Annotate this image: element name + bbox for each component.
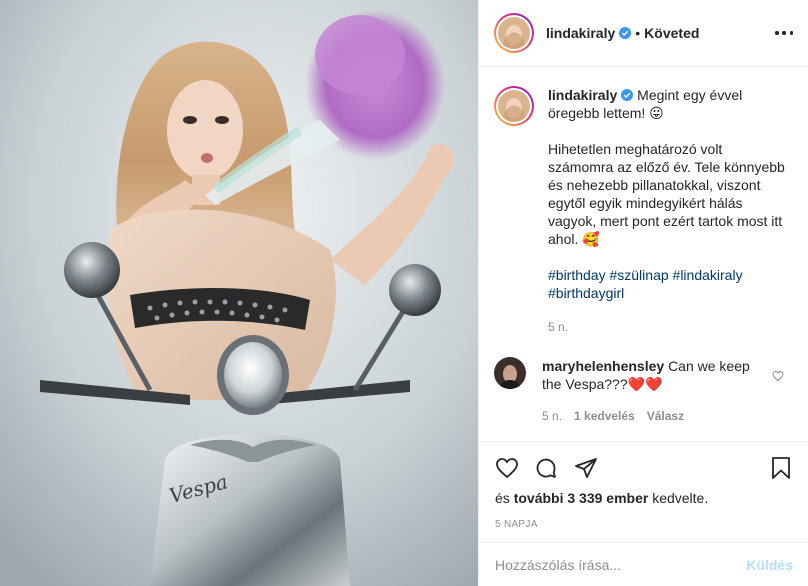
post-caption: lindakiraly Megint egy évvel öregebb let… [494, 86, 794, 336]
like-heart-icon[interactable] [495, 456, 519, 480]
header-username[interactable]: lindakiraly [546, 25, 615, 41]
post-header: lindakiraly • Követed [479, 0, 808, 67]
comment-meta: 5 n. 1 kedvelés Válasz [542, 407, 770, 425]
caption-avatar-image [498, 90, 530, 122]
hashtag-szulinap[interactable]: #szülinap [609, 267, 668, 283]
commenter-avatar-image [494, 357, 526, 389]
comment-bubble-icon[interactable] [534, 456, 558, 480]
post-date[interactable]: 5 NAPJA [495, 519, 538, 530]
avatar-image [498, 17, 530, 49]
post-photo[interactable]: Vespa [0, 0, 478, 586]
commenter-username[interactable]: maryhelenhensley [542, 358, 664, 374]
action-bar [479, 441, 808, 491]
comment-reply-button[interactable]: Válasz [647, 407, 684, 425]
caption-paragraph: Hihetetlen meghatározó volt számomra az … [548, 141, 785, 247]
share-paper-plane-icon[interactable] [574, 456, 598, 480]
following-button[interactable]: Követed [644, 25, 699, 41]
likes-count[interactable]: további 3 339 ember [514, 490, 649, 506]
add-comment-bar: Küldés [479, 542, 808, 586]
save-bookmark-icon[interactable] [769, 456, 793, 480]
hashtag-birthday[interactable]: #birthday [548, 267, 606, 283]
post-side-panel: lindakiraly • Követed lindakiraly Megint… [478, 0, 808, 586]
caption-avatar[interactable] [494, 86, 534, 126]
more-options-icon[interactable] [775, 26, 793, 40]
post-photo-illustration: Vespa [0, 0, 478, 586]
hashtag-birthdaygirl[interactable]: #birthdaygirl [548, 285, 624, 301]
likes-summary: és további 3 339 ember kedvelte. [495, 490, 708, 506]
hashtag-lindakiraly[interactable]: #lindakiraly [673, 267, 743, 283]
post-comment-button[interactable]: Küldés [746, 557, 793, 573]
comment-likes[interactable]: 1 kedvelés [574, 407, 635, 425]
caption-verified-badge-icon [621, 89, 634, 101]
comment-like-heart-icon[interactable] [772, 370, 784, 382]
verified-badge-icon [619, 27, 632, 39]
comment-item: maryhelenhensley Can we keep the Vespa??… [494, 357, 794, 425]
commenter-avatar[interactable] [494, 357, 526, 389]
caption-username[interactable]: lindakiraly [548, 87, 617, 103]
caption-body: lindakiraly Megint egy évvel öregebb let… [548, 86, 788, 336]
header-separator: • [635, 25, 641, 41]
likes-suffix: kedvelte. [652, 490, 709, 506]
caption-timestamp[interactable]: 5 n. [548, 318, 788, 336]
likes-prefix: és [495, 490, 510, 506]
comment-input[interactable] [495, 556, 747, 573]
instagram-post: Vespa lindakiraly • Követed lindakiraly … [0, 0, 808, 586]
avatar[interactable] [494, 13, 534, 53]
comment-body: maryhelenhensley Can we keep the Vespa??… [542, 357, 770, 425]
comment-timestamp[interactable]: 5 n. [542, 407, 562, 425]
